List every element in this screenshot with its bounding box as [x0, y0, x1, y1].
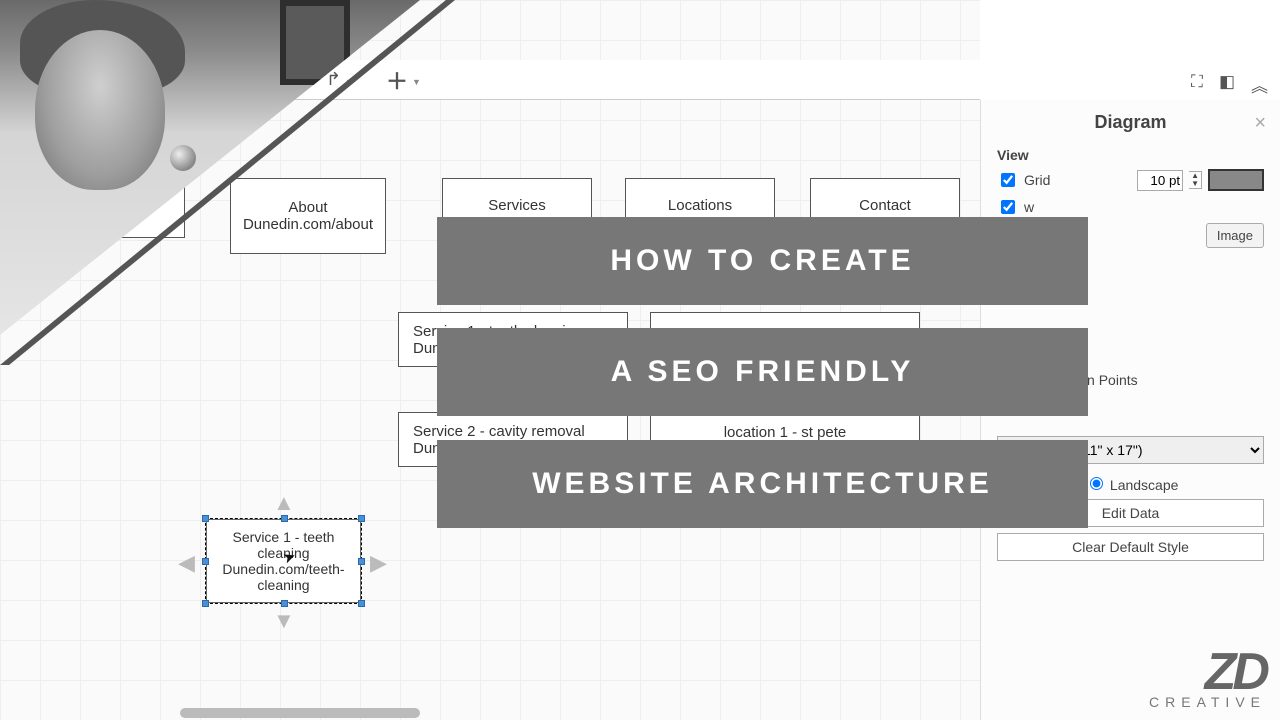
page-view-checkbox[interactable]	[1001, 200, 1015, 214]
title-strip-3: WEBSITE ARCHITECTURE	[437, 440, 1088, 528]
resize-handle-se[interactable]	[358, 600, 365, 607]
doorknob	[170, 145, 196, 171]
landscape-radio-label[interactable]: Landscape	[1085, 474, 1178, 493]
insert-button[interactable]: ＋	[380, 60, 427, 100]
landscape-text: Landscape	[1110, 477, 1179, 493]
node-about-title: About	[239, 199, 377, 216]
node-about[interactable]: About Dunedin.com/about	[230, 178, 386, 254]
resize-handle-w[interactable]	[202, 558, 209, 565]
presenter-face	[35, 30, 165, 190]
title-strip-1: HOW TO CREATE	[437, 217, 1088, 305]
collapse-icon[interactable]: ︽	[1247, 70, 1272, 99]
landscape-radio[interactable]	[1090, 477, 1103, 490]
toolbar-right: ⛶ ◧ ︽	[1187, 70, 1272, 99]
node-services-title: Services	[451, 197, 583, 214]
view-heading: View	[997, 147, 1264, 163]
resize-handle-nw[interactable]	[202, 515, 209, 522]
resize-handle-e[interactable]	[358, 558, 365, 565]
clone-arrow-down-icon[interactable]: ▼	[273, 608, 295, 634]
brand-logo: ZD CREATIVE	[1149, 652, 1266, 710]
clone-arrow-right-icon[interactable]: ▶	[370, 550, 387, 576]
close-icon[interactable]: ×	[1254, 112, 1266, 135]
grid-checkbox[interactable]	[1001, 173, 1015, 187]
node-about-url: Dunedin.com/about	[239, 216, 377, 233]
caret-down-icon	[412, 72, 421, 88]
resize-handle-n[interactable]	[281, 515, 288, 522]
fullscreen-icon[interactable]: ⛶	[1187, 70, 1207, 99]
title-line-2: A SEO FRIENDLY	[611, 355, 915, 389]
clone-arrow-left-icon[interactable]: ◀	[178, 550, 195, 576]
node-selected-url: Dunedin.com/teeth-cleaning	[214, 561, 353, 593]
node-service-2-title: Service 2 - cavity removal	[413, 423, 619, 440]
presenter-hair	[20, 0, 185, 95]
resize-handle-s[interactable]	[281, 600, 288, 607]
resize-handle-ne[interactable]	[358, 515, 365, 522]
logo-sub: CREATIVE	[1149, 694, 1266, 710]
logo-mark: ZD	[1149, 652, 1266, 694]
image-button[interactable]: Image	[1206, 223, 1264, 248]
clone-arrow-up-icon[interactable]: ▲	[273, 490, 295, 516]
grid-color-swatch[interactable]	[1208, 169, 1264, 191]
grid-size-input[interactable]	[1137, 170, 1183, 191]
title-strip-2: A SEO FRIENDLY	[437, 328, 1088, 416]
stepper-down-icon[interactable]: ▼	[1189, 180, 1201, 188]
format-panel-icon[interactable]: ◧	[1215, 70, 1239, 99]
title-line-3: WEBSITE ARCHITECTURE	[532, 467, 993, 501]
title-line-1: HOW TO CREATE	[610, 244, 914, 278]
node-location-1-title: location 1 - st pete	[659, 424, 911, 441]
horizontal-scrollbar[interactable]	[180, 708, 420, 718]
plus-icon: ＋	[386, 64, 408, 96]
grid-size-stepper[interactable]: ▲ ▼	[1189, 171, 1202, 189]
node-locations-title: Locations	[634, 197, 766, 214]
page-view-label: w	[1024, 199, 1034, 215]
grid-label: Grid	[1024, 172, 1050, 188]
panel-title: Diagram	[997, 112, 1264, 133]
node-contact-title: Contact	[819, 197, 951, 214]
resize-handle-sw[interactable]	[202, 600, 209, 607]
clear-style-button[interactable]: Clear Default Style	[997, 533, 1264, 561]
